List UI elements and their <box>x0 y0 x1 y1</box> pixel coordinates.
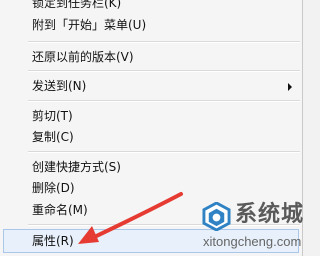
watermark-site-name: 系统城 <box>235 202 305 227</box>
menu-item-label: 锁定到任务栏(K) <box>32 0 122 10</box>
menu-item-copy[interactable]: 复制(C) <box>1 125 301 149</box>
menu-separator <box>28 100 300 102</box>
menu-item-label: 附到「开始」菜单(U) <box>32 18 147 32</box>
watermark-url: xitongcheng.com <box>203 234 302 249</box>
menu-item-send-to[interactable]: 发送到(N) <box>1 74 301 98</box>
menu-item-label: 发送到(N) <box>32 79 87 93</box>
watermark: 系统城 xitongcheng.com <box>196 196 304 256</box>
menu-item-label: 剪切(T) <box>32 109 73 123</box>
menu-separator <box>28 41 300 43</box>
menu-item-label: 复制(C) <box>32 130 74 144</box>
menu-item-restore-previous-versions[interactable]: 还原以前的版本(V) <box>1 45 301 69</box>
menu-item-label: 创建快捷方式(S) <box>32 160 121 174</box>
submenu-arrow-icon <box>288 83 292 91</box>
blue-hexagon-logo-icon <box>202 202 231 231</box>
menu-item-label: 删除(D) <box>32 181 75 195</box>
menu-item-label: 还原以前的版本(V) <box>32 50 134 64</box>
menu-item-pin-to-start-menu[interactable]: 附到「开始」菜单(U) <box>1 13 301 37</box>
red-arrow-annotation-icon <box>78 192 183 244</box>
menu-item-label: 属性(R) <box>32 234 74 248</box>
menu-separator <box>28 151 300 153</box>
menu-separator <box>28 70 300 72</box>
